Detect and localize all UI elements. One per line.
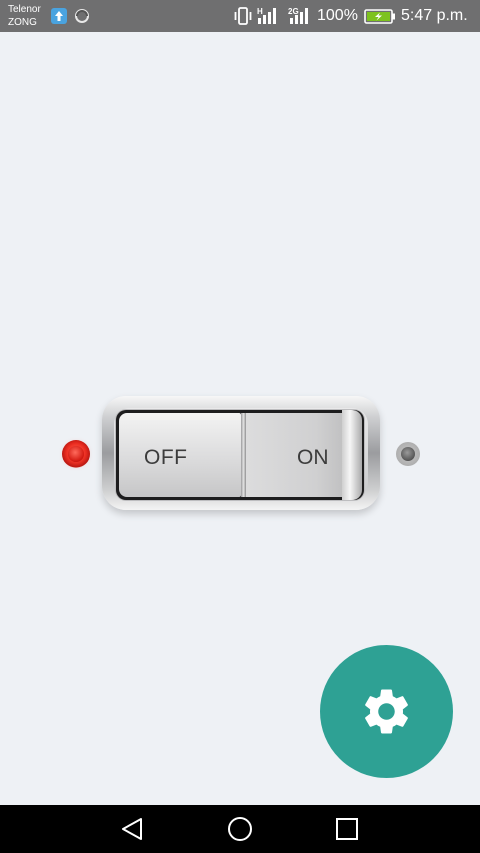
- switch-on-label: ON: [297, 446, 329, 469]
- battery-charging-icon: [364, 9, 396, 29]
- settings-button[interactable]: [320, 645, 453, 778]
- switch-off-half[interactable]: OFF: [119, 413, 241, 497]
- navigation-bar: [0, 805, 480, 853]
- clock: 5:47 p.m.: [401, 7, 468, 24]
- switch-edge: [342, 410, 362, 500]
- carrier-1: Telenor: [8, 4, 41, 15]
- grey-led-icon: [396, 442, 420, 466]
- rocker-switch[interactable]: OFF ON: [116, 410, 364, 500]
- battery-percent: 100%: [317, 7, 358, 24]
- switch-on-half[interactable]: ON: [246, 413, 346, 497]
- signal-2g-icon: [288, 8, 310, 29]
- signal-h-icon: [256, 8, 278, 29]
- status-bar: Telenor ZONG H 2G 100% 5:47 p.m.: [0, 0, 480, 32]
- home-icon[interactable]: [226, 816, 254, 847]
- sync-icon: [74, 8, 90, 29]
- carrier-names: Telenor ZONG: [8, 3, 41, 29]
- back-icon[interactable]: [118, 816, 146, 847]
- vibrate-icon: [233, 7, 253, 30]
- gear-icon: [365, 689, 408, 734]
- red-led-icon: [62, 440, 90, 468]
- upload-icon: [51, 8, 67, 29]
- switch-off-label: OFF: [144, 446, 188, 469]
- carrier-2: ZONG: [8, 17, 37, 28]
- recents-icon[interactable]: [333, 816, 361, 847]
